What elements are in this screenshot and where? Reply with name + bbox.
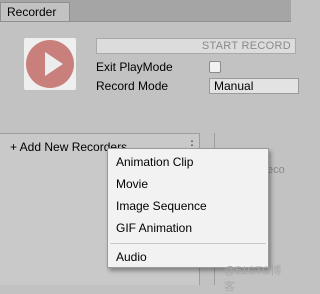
menu-separator bbox=[110, 243, 266, 244]
menu-item-gif-animation[interactable]: GIF Animation bbox=[116, 221, 192, 235]
play-icon bbox=[26, 40, 74, 88]
exit-playmode-checkbox[interactable] bbox=[209, 61, 221, 73]
record-mode-label: Record Mode bbox=[96, 79, 169, 93]
recorder-header: START RECORD Exit PlayMode Record Mode M… bbox=[0, 22, 299, 132]
play-triangle-icon bbox=[45, 52, 63, 76]
watermark: @51CTO博客 bbox=[224, 265, 282, 293]
menu-item-audio[interactable]: Audio bbox=[116, 250, 147, 264]
record-mode-dropdown[interactable]: Manual bbox=[209, 78, 299, 94]
start-record-button[interactable]: START RECORD bbox=[96, 38, 296, 54]
tab-bar: Recorder bbox=[0, 0, 291, 22]
menu-item-image-sequence[interactable]: Image Sequence bbox=[116, 199, 207, 213]
settings-pane-text: eco bbox=[267, 164, 285, 176]
add-recorder-menu: Animation Clip Movie Image Sequence GIF … bbox=[107, 148, 269, 268]
tab-recorder[interactable]: Recorder bbox=[0, 2, 70, 21]
menu-item-movie[interactable]: Movie bbox=[116, 177, 148, 191]
menu-item-animation-clip[interactable]: Animation Clip bbox=[116, 155, 193, 169]
exit-playmode-label: Exit PlayMode bbox=[96, 60, 173, 74]
play-button[interactable] bbox=[24, 38, 76, 90]
